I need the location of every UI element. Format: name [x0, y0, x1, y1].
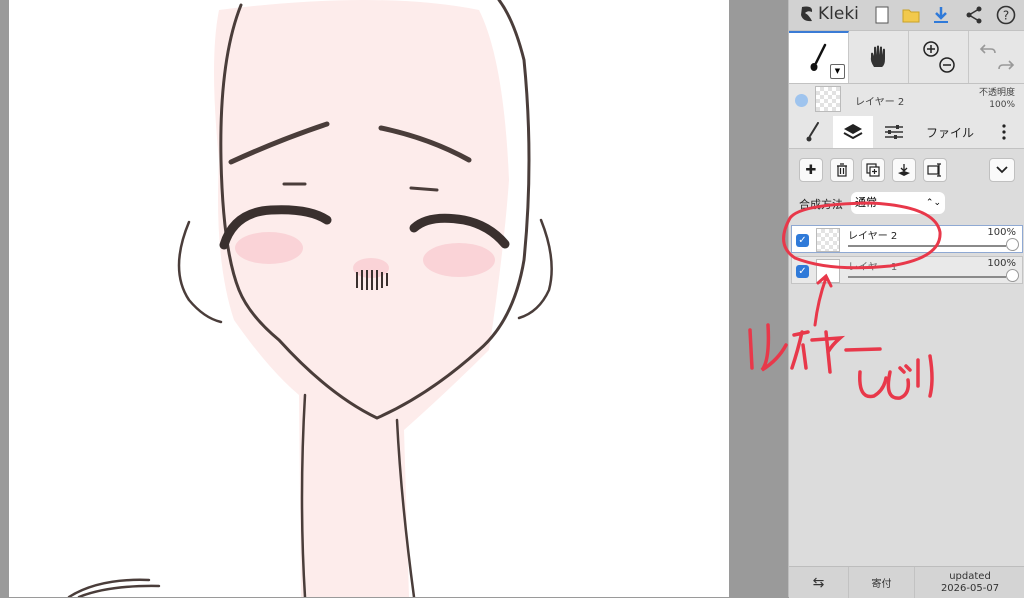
zoom-out-icon[interactable] — [938, 57, 955, 73]
layer-1-name: レイヤー 1 — [848, 262, 898, 273]
tool-row: ▼ — [789, 31, 1024, 84]
svg-text:?: ? — [1003, 9, 1009, 23]
trash-icon — [837, 163, 847, 177]
brush-tab-icon — [806, 122, 819, 142]
layer-actions: ✚ — [789, 150, 1024, 190]
bottom-bar: ⇆ 寄付 updated 2026-05-07 — [789, 566, 1024, 598]
canvas-area[interactable] — [0, 0, 788, 597]
brush-tool-button[interactable]: ▼ — [789, 31, 849, 83]
swap-icon: ⇆ — [812, 574, 825, 591]
layer-2-thumbnail — [816, 228, 840, 252]
kleki-logo[interactable]: Kleki — [799, 4, 859, 24]
chevron-down-icon — [996, 166, 1008, 174]
undo-redo-controls — [969, 31, 1024, 83]
right-crease — [409, 186, 439, 192]
blend-mode-value: 通常 — [855, 196, 877, 209]
undo-icon[interactable] — [979, 44, 996, 54]
blend-mode-select[interactable]: 通常 ⌃⌄ — [851, 192, 945, 214]
select-arrows-icon: ⌃⌄ — [925, 198, 941, 208]
collapse-layers-button[interactable] — [989, 158, 1015, 182]
layer-2-name: レイヤー 2 — [848, 231, 898, 242]
merge-down-icon — [898, 164, 910, 176]
layer-1-opacity: 100% — [987, 258, 1016, 269]
share-icon[interactable] — [963, 4, 985, 26]
layer-item-2[interactable]: ✓ レイヤー 2 100% — [791, 225, 1023, 253]
layer-1-opacity-handle[interactable] — [1006, 269, 1019, 282]
current-layer-info: レイヤー 2 不透明度 100% — [789, 84, 1024, 116]
duplicate-layer-button[interactable] — [861, 158, 885, 182]
updated-info[interactable]: updated 2026-05-07 — [915, 567, 1024, 598]
layers-icon — [843, 124, 863, 140]
left-ear — [177, 220, 223, 324]
side-panel: Kleki ? ▼ レイヤー 2 不透明度 100% ファイル ✚ 合成方法 通… — [788, 0, 1024, 598]
hand-icon — [870, 45, 885, 67]
layer-1-opacity-slider[interactable] — [848, 276, 1006, 278]
blend-mode-row: 合成方法 通常 ⌃⌄ — [789, 192, 1024, 216]
updated-label: updated — [949, 570, 991, 582]
tab-brush[interactable] — [797, 116, 829, 148]
opacity-label: 不透明度 — [978, 88, 1015, 98]
download-icon[interactable] — [930, 4, 952, 26]
plus-icon: ✚ — [805, 162, 817, 178]
tab-file[interactable]: ファイル — [915, 116, 985, 148]
opacity-value: 100% — [989, 100, 1015, 110]
current-layer-visibility-icon — [795, 94, 808, 107]
layer-1-visibility-checkbox[interactable]: ✓ — [796, 265, 809, 278]
character-drawing — [67, 0, 553, 597]
current-layer-thumbnail — [815, 86, 841, 112]
right-ear — [517, 218, 553, 320]
right-blush — [423, 243, 495, 277]
tab-layers[interactable] — [833, 116, 873, 148]
layer-1-thumbnail — [816, 259, 840, 283]
layer-2-opacity-handle[interactable] — [1006, 238, 1019, 251]
brush-options-dropdown[interactable]: ▼ — [830, 64, 845, 79]
new-file-icon[interactable] — [871, 4, 893, 26]
left-blush — [235, 232, 303, 264]
delete-layer-button[interactable] — [830, 158, 854, 182]
current-layer-opacity: 不透明度 100% — [979, 87, 1015, 111]
rename-icon — [927, 163, 941, 177]
top-bar: Kleki ? — [789, 0, 1024, 31]
merge-down-button[interactable] — [892, 158, 916, 182]
mouth — [356, 270, 388, 290]
skin-fill — [214, 0, 509, 597]
current-layer-name: レイヤー 2 — [855, 97, 905, 108]
more-menu-icon[interactable] — [989, 116, 1019, 148]
zoom-in-icon[interactable] — [922, 41, 939, 57]
sliders-icon — [885, 125, 903, 139]
redo-icon[interactable] — [998, 60, 1015, 70]
brush-icon — [810, 43, 826, 71]
folder-icon[interactable] — [900, 4, 922, 26]
layer-2-visibility-checkbox[interactable]: ✓ — [796, 234, 809, 247]
layer-2-opacity: 100% — [987, 227, 1016, 238]
add-layer-button[interactable]: ✚ — [799, 158, 823, 182]
duplicate-icon — [866, 163, 880, 177]
zoom-controls — [909, 31, 969, 83]
hand-tool-button[interactable] — [849, 31, 909, 83]
shoulder-sketch — [67, 578, 161, 597]
layer-item-1[interactable]: ✓ レイヤー 1 100% — [791, 256, 1023, 284]
blend-mode-label: 合成方法 — [799, 198, 843, 211]
kleki-logo-icon — [801, 6, 813, 22]
rename-layer-button[interactable] — [923, 158, 947, 182]
tab-adjust[interactable] — [877, 116, 911, 148]
updated-date: 2026-05-07 — [940, 582, 1000, 594]
drawing-canvas[interactable] — [9, 0, 729, 597]
help-icon[interactable]: ? — [995, 4, 1017, 26]
panel-tabs: ファイル — [789, 116, 1024, 149]
layer-2-opacity-slider[interactable] — [848, 245, 1006, 247]
swap-side-button[interactable]: ⇆ — [789, 567, 849, 598]
donate-button[interactable]: 寄付 — [849, 567, 915, 598]
app-name: Kleki — [818, 4, 859, 24]
